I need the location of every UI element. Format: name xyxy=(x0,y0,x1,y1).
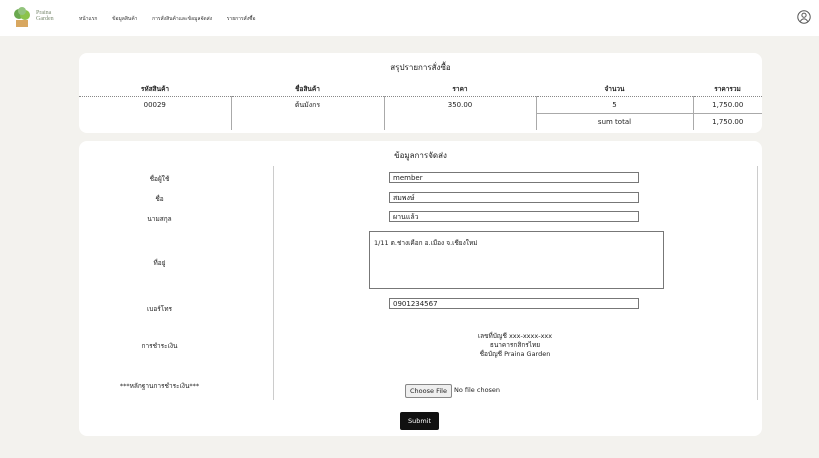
brand-name: Praina Garden xyxy=(36,10,54,22)
choose-file-button[interactable]: Choose File xyxy=(405,384,452,398)
nav-home[interactable]: หน้าแรก xyxy=(79,16,97,22)
label-payment: การชำระเงิน xyxy=(141,342,178,350)
label-proof: ***หลักฐานการชำระเงิน*** xyxy=(119,382,200,390)
nav-products[interactable]: ข้อมูลสินค้า xyxy=(112,16,137,22)
label-firstname: ชื่อ xyxy=(155,195,164,203)
account-number: เลขที่บัญชี xxx-xxxx-xxx xyxy=(477,332,553,340)
top-navbar: Praina Garden หน้าแรก ข้อมูลสินค้า การสั… xyxy=(0,0,819,36)
header-name: ชื่อสินค้า xyxy=(231,82,384,97)
brand-line-2: Garden xyxy=(36,16,54,22)
cell-code: 00029 xyxy=(143,101,166,110)
lastname-field[interactable]: ผานแล้ว xyxy=(389,211,639,222)
sum-value: 1,750.00 xyxy=(692,113,762,130)
phone-field[interactable]: 0901234567 xyxy=(389,298,639,309)
cell-total: 1,750.00 xyxy=(692,96,762,114)
cell-qty: 5 xyxy=(535,96,693,114)
account-name: ชื่อบัญชี Praina Garden xyxy=(479,350,551,358)
label-username: ชื่อผู้ใช้ xyxy=(149,175,170,183)
column-divider xyxy=(273,166,274,400)
header-total: ราคารวม xyxy=(693,82,762,97)
sum-row: sum total 1,750.00 xyxy=(79,113,762,131)
user-icon[interactable] xyxy=(797,10,811,24)
header-code: รหัสสินค้า xyxy=(79,82,231,97)
address-field[interactable]: 1/11 ต.ช่างเคือก อ.เมือง จ.เชียงใหม่ xyxy=(369,231,664,289)
table-row: 00029 ต้นมังกร 350.00 5 1,750.00 xyxy=(79,96,762,114)
nav-links: หน้าแรก ข้อมูลสินค้า การสั่งสินค้าและข้อ… xyxy=(79,15,269,23)
logo-icon[interactable] xyxy=(10,7,34,29)
username-field[interactable]: member xyxy=(389,172,639,183)
empty-cell xyxy=(230,113,384,130)
label-phone: เบอร์โทร xyxy=(146,305,172,313)
payment-info: เลขที่บัญชี xxx-xxxx-xxx ธนาคารกสิกรไทย … xyxy=(420,332,610,359)
cell-name: ต้นมังกร xyxy=(230,96,384,114)
file-status: No file chosen xyxy=(454,386,501,394)
order-table: รหัสสินค้า ชื่อสินค้า ราคา จำนวน ราคารวม… xyxy=(79,82,762,130)
empty-cell xyxy=(383,113,536,130)
summary-title: สรุปรายการสั่งซื้อ xyxy=(390,63,451,72)
nav-order-shipping[interactable]: การสั่งสินค้าและข้อมูลจัดส่ง xyxy=(152,16,212,22)
cell-price: 350.00 xyxy=(383,96,536,114)
header-qty: จำนวน xyxy=(536,82,693,97)
column-divider xyxy=(757,166,758,400)
submit-button[interactable]: Submit xyxy=(400,412,439,430)
bank-name: ธนาคารกสิกรไทย xyxy=(489,341,541,349)
shipping-title: ข้อมูลการจัดส่ง xyxy=(394,151,447,160)
firstname-field[interactable]: สมพงษ์ xyxy=(389,192,639,203)
empty-cell xyxy=(79,114,231,131)
sum-label: sum total xyxy=(535,113,693,130)
header-price: ราคา xyxy=(384,82,536,97)
nav-orders[interactable]: รายการสั่งซื้อ xyxy=(227,16,256,22)
label-lastname: นามสกุล xyxy=(147,215,172,223)
label-address: ที่อยู่ xyxy=(153,259,166,267)
